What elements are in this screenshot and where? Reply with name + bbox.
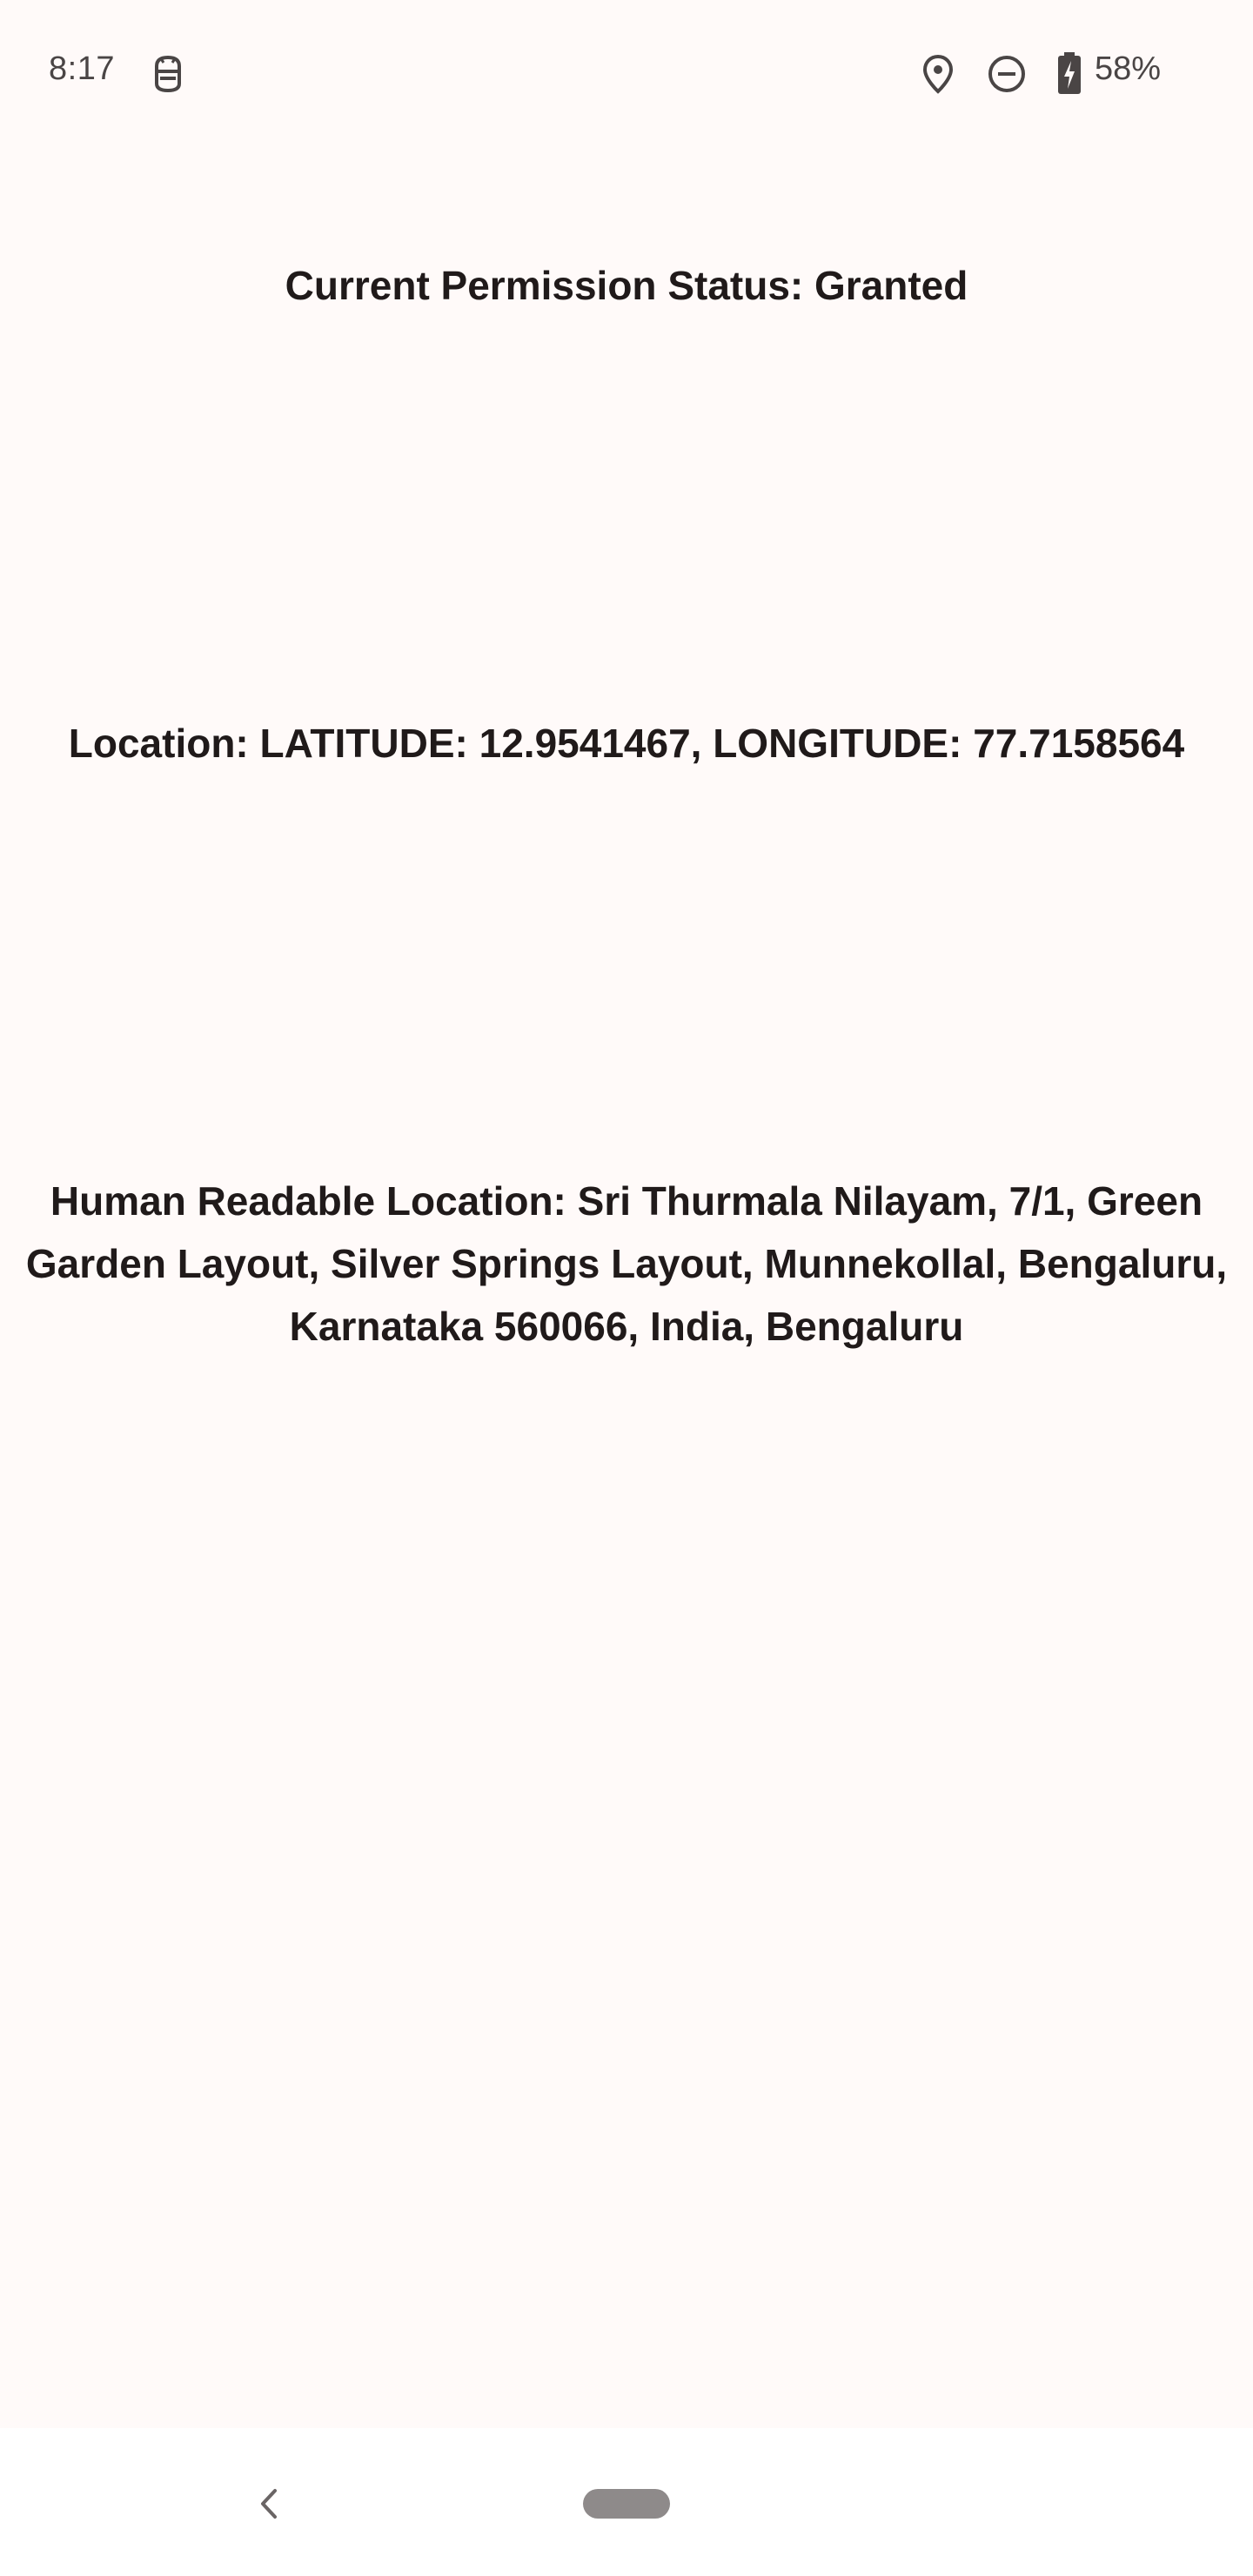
do-not-disturb-icon bbox=[988, 56, 1025, 92]
battery-charging-icon bbox=[1058, 52, 1081, 94]
battery-percent: 58% bbox=[1095, 50, 1162, 87]
location-coordinates-text: Location: LATITUDE: 12.9541467, LONGITUD… bbox=[68, 721, 1185, 766]
status-time: 8:17 bbox=[49, 50, 115, 87]
location-pin-icon bbox=[922, 54, 954, 94]
home-pill-icon[interactable] bbox=[583, 2489, 670, 2519]
back-chevron-icon[interactable] bbox=[252, 2482, 287, 2526]
navigation-bar bbox=[0, 2428, 1253, 2576]
human-readable-location-text: Human Readable Location: Sri Thurmala Ni… bbox=[25, 1178, 1228, 1349]
debug-robot-icon bbox=[155, 55, 181, 93]
permission-status-text: Current Permission Status: Granted bbox=[285, 263, 968, 308]
status-bar: 8:17 58% bbox=[0, 0, 1253, 146]
